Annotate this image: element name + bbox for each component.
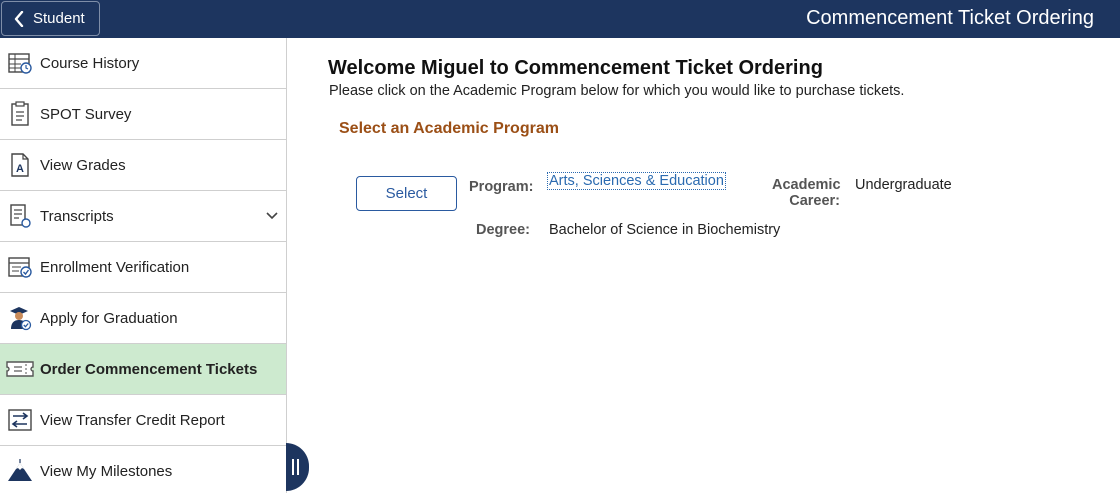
degree-value: Bachelor of Science in Biochemistry <box>549 222 781 238</box>
instructions-text: Please click on the Academic Program bel… <box>329 83 905 99</box>
chevron-left-icon <box>14 10 24 27</box>
graduate-icon <box>0 293 40 344</box>
sidebar-item-order-commencement-tickets[interactable]: Order Commencement Tickets <box>0 344 286 395</box>
main-content: Welcome Miguel to Commencement Ticket Or… <box>287 38 1120 493</box>
sidebar-nav: Course History SPOT Survey A View Grades… <box>0 38 287 493</box>
program-link[interactable]: Arts, Sciences & Education <box>547 172 726 190</box>
sidebar-item-label: Apply for Graduation <box>40 309 178 327</box>
career-label-line1: Academic <box>772 177 841 193</box>
sidebar-item-label: View Transfer Credit Report <box>40 411 225 429</box>
sidebar-item-label: View My Milestones <box>40 462 173 480</box>
sidebar-item-label: View Grades <box>40 156 126 174</box>
sidebar-item-view-transfer-credit-report[interactable]: View Transfer Credit Report <box>0 395 286 446</box>
chevron-down-icon[interactable] <box>265 208 279 226</box>
welcome-heading: Welcome Miguel to Commencement Ticket Or… <box>328 57 823 79</box>
svg-text:A: A <box>16 163 24 175</box>
transfer-arrows-icon <box>0 395 40 446</box>
sidebar-item-apply-for-graduation[interactable]: Apply for Graduation <box>0 293 286 344</box>
career-label-line2: Career: <box>789 193 840 209</box>
academic-career-value: Undergraduate <box>855 177 952 193</box>
clipboard-icon <box>0 89 40 140</box>
sidebar-item-label: SPOT Survey <box>40 105 132 123</box>
back-to-student-button[interactable]: Student <box>1 1 100 36</box>
program-label: Program: <box>469 179 534 195</box>
back-button-label: Student <box>33 10 85 27</box>
sidebar-item-label: Transcripts <box>40 207 114 225</box>
sidebar-item-spot-survey[interactable]: SPOT Survey <box>0 89 286 140</box>
sidebar-item-course-history[interactable]: Course History <box>0 38 286 89</box>
degree-label: Degree: <box>476 222 530 238</box>
sidebar-item-transcripts[interactable]: Transcripts <box>0 191 286 242</box>
top-banner: Student Commencement Ticket Ordering <box>0 0 1120 38</box>
enrollment-verification-icon <box>0 242 40 293</box>
select-program-button[interactable]: Select <box>356 176 457 211</box>
mountain-icon <box>0 446 40 493</box>
sidebar-item-enrollment-verification[interactable]: Enrollment Verification <box>0 242 286 293</box>
sidebar-item-view-grades[interactable]: A View Grades <box>0 140 286 191</box>
ticket-icon <box>0 344 40 395</box>
academic-career-label: Academic Career: <box>772 177 841 209</box>
page-title: Commencement Ticket Ordering <box>806 7 1094 29</box>
course-history-icon <box>0 38 40 89</box>
section-title: Select an Academic Program <box>339 120 559 137</box>
sidebar-item-label: Enrollment Verification <box>40 258 190 276</box>
grade-document-icon: A <box>0 140 40 191</box>
transcript-icon <box>0 191 40 242</box>
sidebar-item-label: Order Commencement Tickets <box>40 360 258 378</box>
sidebar-item-view-my-milestones[interactable]: View My Milestones <box>0 446 286 493</box>
sidebar-item-label: Course History <box>40 54 140 72</box>
